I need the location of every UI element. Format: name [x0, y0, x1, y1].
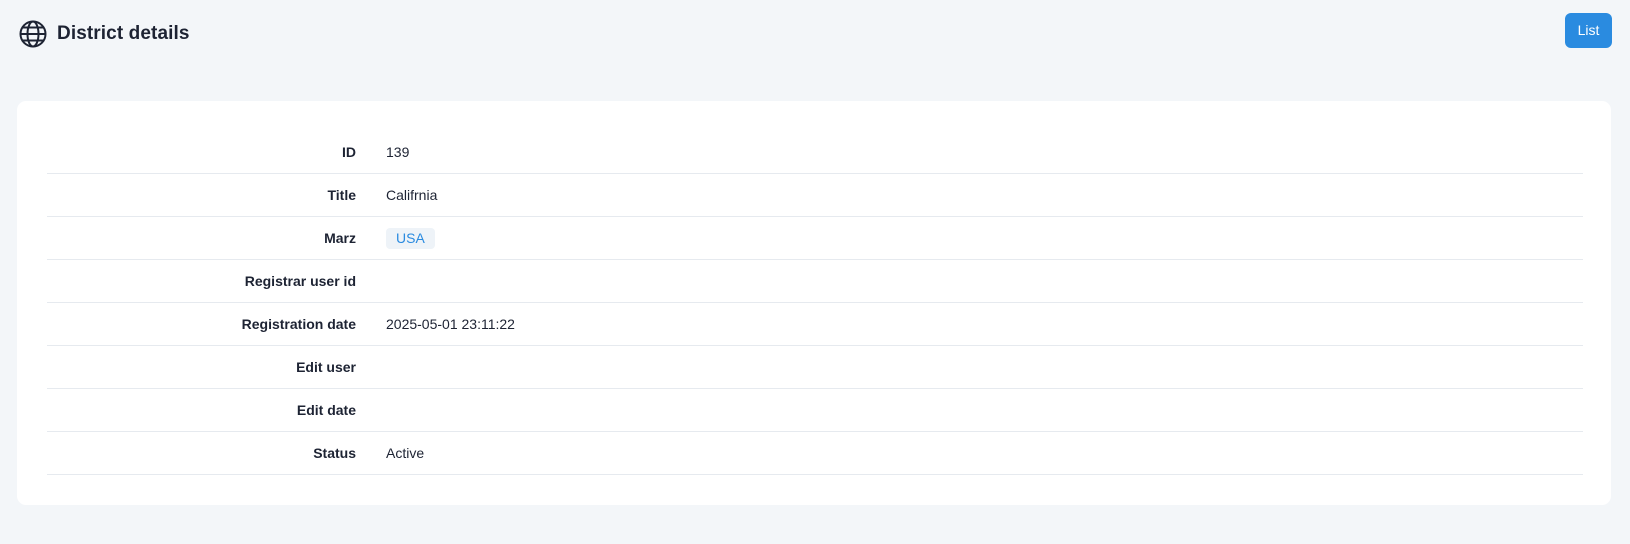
detail-value: Califrnia — [386, 187, 438, 203]
detail-value: USA — [386, 217, 435, 260]
detail-label: Registrar user id — [244, 273, 356, 289]
marz-badge[interactable]: USA — [386, 228, 435, 249]
detail-row-edit-user: Edit user — [47, 346, 1583, 389]
detail-row-marz: Marz USA — [47, 217, 1583, 260]
detail-row-edit-date: Edit date — [47, 389, 1583, 432]
detail-value: Active — [386, 445, 425, 461]
detail-label: Status — [313, 445, 356, 461]
detail-row-id: ID 139 — [47, 131, 1583, 174]
detail-label: Edit date — [296, 402, 356, 418]
detail-label: Edit user — [296, 359, 356, 375]
page-header: District details List — [0, 0, 1630, 68]
detail-row-status: Status Active — [47, 432, 1583, 475]
detail-row-registration-date: Registration date 2025-05-01 23:11:22 — [47, 303, 1583, 346]
details-table: ID 139 Title Califrnia Marz USA Registra… — [47, 131, 1583, 475]
detail-value: 139 — [386, 144, 410, 160]
globe-icon — [18, 19, 48, 49]
details-card: ID 139 Title Califrnia Marz USA Registra… — [17, 101, 1611, 505]
detail-row-registrar-user-id: Registrar user id — [47, 260, 1583, 303]
detail-label: Marz — [324, 230, 356, 246]
detail-label: Title — [327, 187, 356, 203]
page-title: District details — [57, 23, 190, 44]
list-button[interactable]: List — [1565, 13, 1612, 48]
detail-label: ID — [342, 144, 356, 160]
detail-label: Registration date — [241, 316, 356, 332]
detail-value: 2025-05-01 23:11:22 — [386, 316, 515, 332]
detail-row-title: Title Califrnia — [47, 174, 1583, 217]
